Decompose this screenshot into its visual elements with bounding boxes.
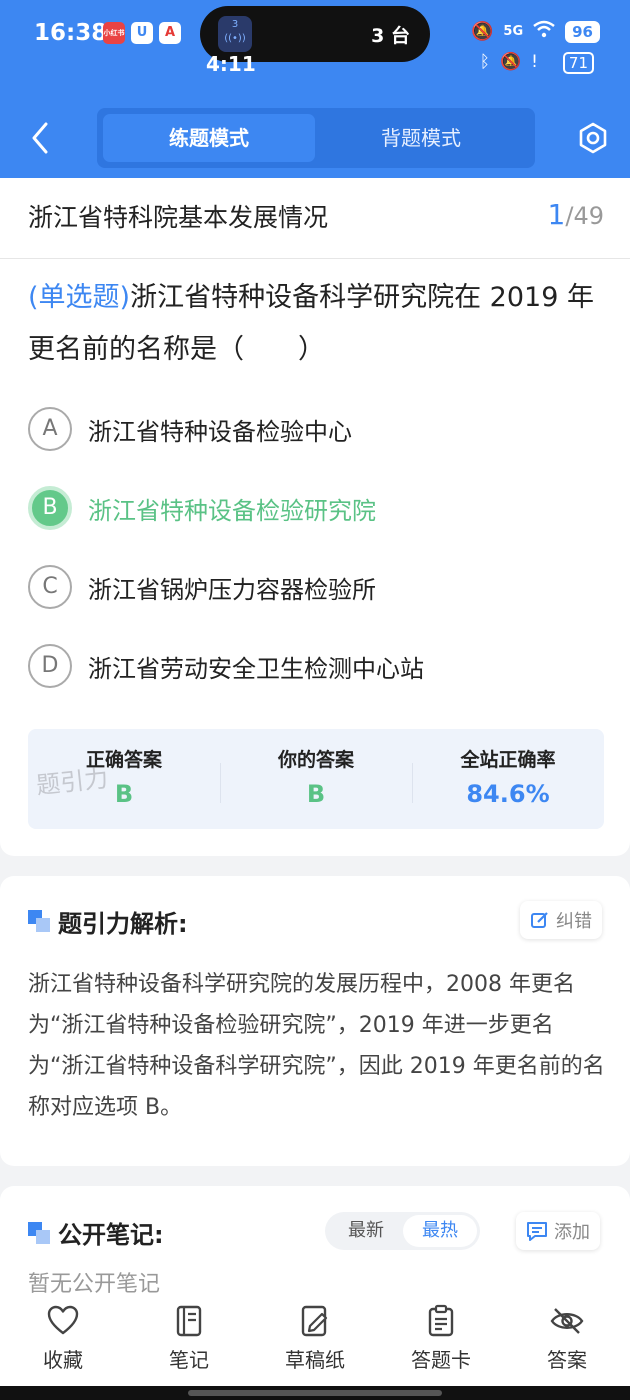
nav-label: 答案 bbox=[547, 1348, 587, 1372]
option-text: 浙江省特种设备检验研究院 bbox=[88, 496, 376, 525]
stat-value: B bbox=[306, 780, 326, 808]
option-c[interactable]: C 浙江省锅炉压力容器检验所 bbox=[28, 564, 376, 610]
status-bar: 16:38 小红书 U A 3 ((•)) 3 台 4:11 🔕 5G 96 ᛒ … bbox=[0, 0, 630, 76]
home-indicator[interactable] bbox=[188, 1390, 442, 1396]
nav-label: 草稿纸 bbox=[285, 1348, 345, 1372]
answer-stats: 正确答案 B 你的答案 B 全站正确率 84.6% bbox=[28, 729, 604, 829]
question-stem: (单选题)浙江省特种设备科学研究院在 2019 年更名前的名称是（ ） bbox=[28, 272, 608, 376]
stat-label: 全站正确率 bbox=[460, 749, 556, 771]
nav-notes[interactable]: 笔记 bbox=[126, 1294, 252, 1386]
option-b[interactable]: B 浙江省特种设备检验研究院 bbox=[28, 485, 376, 531]
broadcast-icon: 3 ((•)) bbox=[218, 16, 252, 52]
add-note-label: 添加 bbox=[554, 1222, 590, 1243]
heart-icon bbox=[47, 1305, 79, 1335]
analysis-title: 题引力解析: bbox=[58, 910, 188, 938]
option-text: 浙江省特种设备检验中心 bbox=[88, 417, 352, 446]
nav-label: 收藏 bbox=[43, 1348, 83, 1372]
island-text: 3 台 bbox=[371, 25, 410, 47]
option-letter: B bbox=[28, 486, 72, 530]
back-arrow-icon[interactable] bbox=[28, 120, 52, 156]
secondary-system-icons: ᛒ 🔕 ! bbox=[480, 52, 538, 72]
status-time: 16:38 bbox=[34, 20, 108, 46]
sort-hottest-tab[interactable]: 最热 bbox=[403, 1215, 477, 1247]
eye-off-icon bbox=[550, 1308, 584, 1334]
mode-switch: 练题模式 背题模式 bbox=[97, 108, 535, 168]
nav-answer-sheet[interactable]: 答题卡 bbox=[378, 1294, 504, 1386]
watermark: 题引力 bbox=[34, 764, 110, 800]
option-d[interactable]: D 浙江省劳动安全卫生检测中心站 bbox=[28, 643, 424, 689]
question-card: 浙江省特科院基本发展情况 1/49 (单选题)浙江省特种设备科学研究院在 201… bbox=[0, 178, 630, 856]
stat-value: 84.6% bbox=[466, 780, 550, 808]
option-letter: D bbox=[28, 644, 72, 688]
signal-icon: 5G bbox=[503, 24, 524, 39]
bottom-nav: 收藏 笔记 草稿纸 答题卡 答案 bbox=[0, 1294, 630, 1386]
wifi-icon bbox=[533, 20, 555, 43]
notes-title: 公开笔记: bbox=[58, 1221, 164, 1249]
question-pager: 1/49 bbox=[548, 198, 604, 231]
alert-icon: ! bbox=[531, 52, 538, 72]
system-icons: 🔕 5G 96 bbox=[471, 20, 600, 43]
section-title: 浙江省特科院基本发展情况 bbox=[28, 203, 329, 232]
option-text: 浙江省锅炉压力容器检验所 bbox=[88, 575, 376, 604]
xiaohongshu-badge-icon: 小红书 bbox=[103, 22, 125, 44]
section-squares-icon bbox=[28, 910, 50, 932]
option-a[interactable]: A 浙江省特种设备检验中心 bbox=[28, 406, 352, 452]
mute-bell-icon: 🔕 bbox=[470, 21, 494, 42]
edit-icon bbox=[531, 912, 548, 928]
nav-answer[interactable]: 答案 bbox=[504, 1294, 630, 1386]
settings-gear-icon[interactable] bbox=[576, 121, 610, 155]
nav-favorite[interactable]: 收藏 bbox=[0, 1294, 126, 1386]
bluetooth-icon: ᛒ bbox=[479, 52, 490, 72]
nav-draft[interactable]: 草稿纸 bbox=[252, 1294, 378, 1386]
report-error-button[interactable]: 纠错 bbox=[520, 901, 602, 939]
nav-label: 答题卡 bbox=[411, 1348, 471, 1372]
gesture-area bbox=[0, 1386, 630, 1400]
option-text: 浙江省劳动安全卫生检测中心站 bbox=[88, 654, 424, 683]
stat-accuracy: 全站正确率 84.6% bbox=[412, 745, 604, 808]
total-questions: /49 bbox=[565, 202, 604, 230]
u-app-badge-icon: U bbox=[131, 22, 153, 44]
analysis-card: 题引力解析: 纠错 浙江省特种设备科学研究院的发展历程中，2008 年更名为“浙… bbox=[0, 876, 630, 1166]
section-squares-icon bbox=[28, 1222, 50, 1244]
draft-icon bbox=[301, 1305, 328, 1337]
divider bbox=[0, 258, 630, 259]
add-note-button[interactable]: 添加 bbox=[516, 1212, 600, 1250]
notebook-icon bbox=[176, 1305, 202, 1337]
notes-sort-switch: 最新 最热 bbox=[325, 1212, 480, 1250]
analysis-text: 浙江省特种设备科学研究院的发展历程中，2008 年更名为“浙江省特种设备检验研究… bbox=[28, 972, 605, 1120]
option-letter: A bbox=[28, 407, 72, 451]
tab-memorize-mode[interactable]: 背题模式 bbox=[315, 114, 527, 162]
sort-latest-tab[interactable]: 最新 bbox=[329, 1215, 403, 1247]
option-letter: C bbox=[28, 565, 72, 609]
current-question-number: 1 bbox=[547, 198, 566, 231]
answer-sheet-icon bbox=[428, 1304, 454, 1337]
stat-your-answer: 你的答案 B bbox=[220, 745, 412, 808]
nav-label: 笔记 bbox=[169, 1348, 209, 1372]
sub-status-time: 4:11 bbox=[206, 52, 256, 76]
top-header: 16:38 小红书 U A 3 ((•)) 3 台 4:11 🔕 5G 96 ᛒ … bbox=[0, 0, 630, 178]
question-type: (单选题) bbox=[28, 282, 131, 313]
mute-icon: 🔕 bbox=[500, 52, 522, 72]
comment-add-icon bbox=[527, 1222, 547, 1241]
a-app-badge-icon: A bbox=[159, 22, 181, 44]
stat-label: 你的答案 bbox=[277, 749, 354, 771]
report-error-label: 纠错 bbox=[556, 911, 592, 932]
secondary-battery: 71 bbox=[562, 52, 594, 74]
tab-practice-mode[interactable]: 练题模式 bbox=[103, 114, 315, 162]
battery-indicator: 96 bbox=[565, 20, 600, 43]
